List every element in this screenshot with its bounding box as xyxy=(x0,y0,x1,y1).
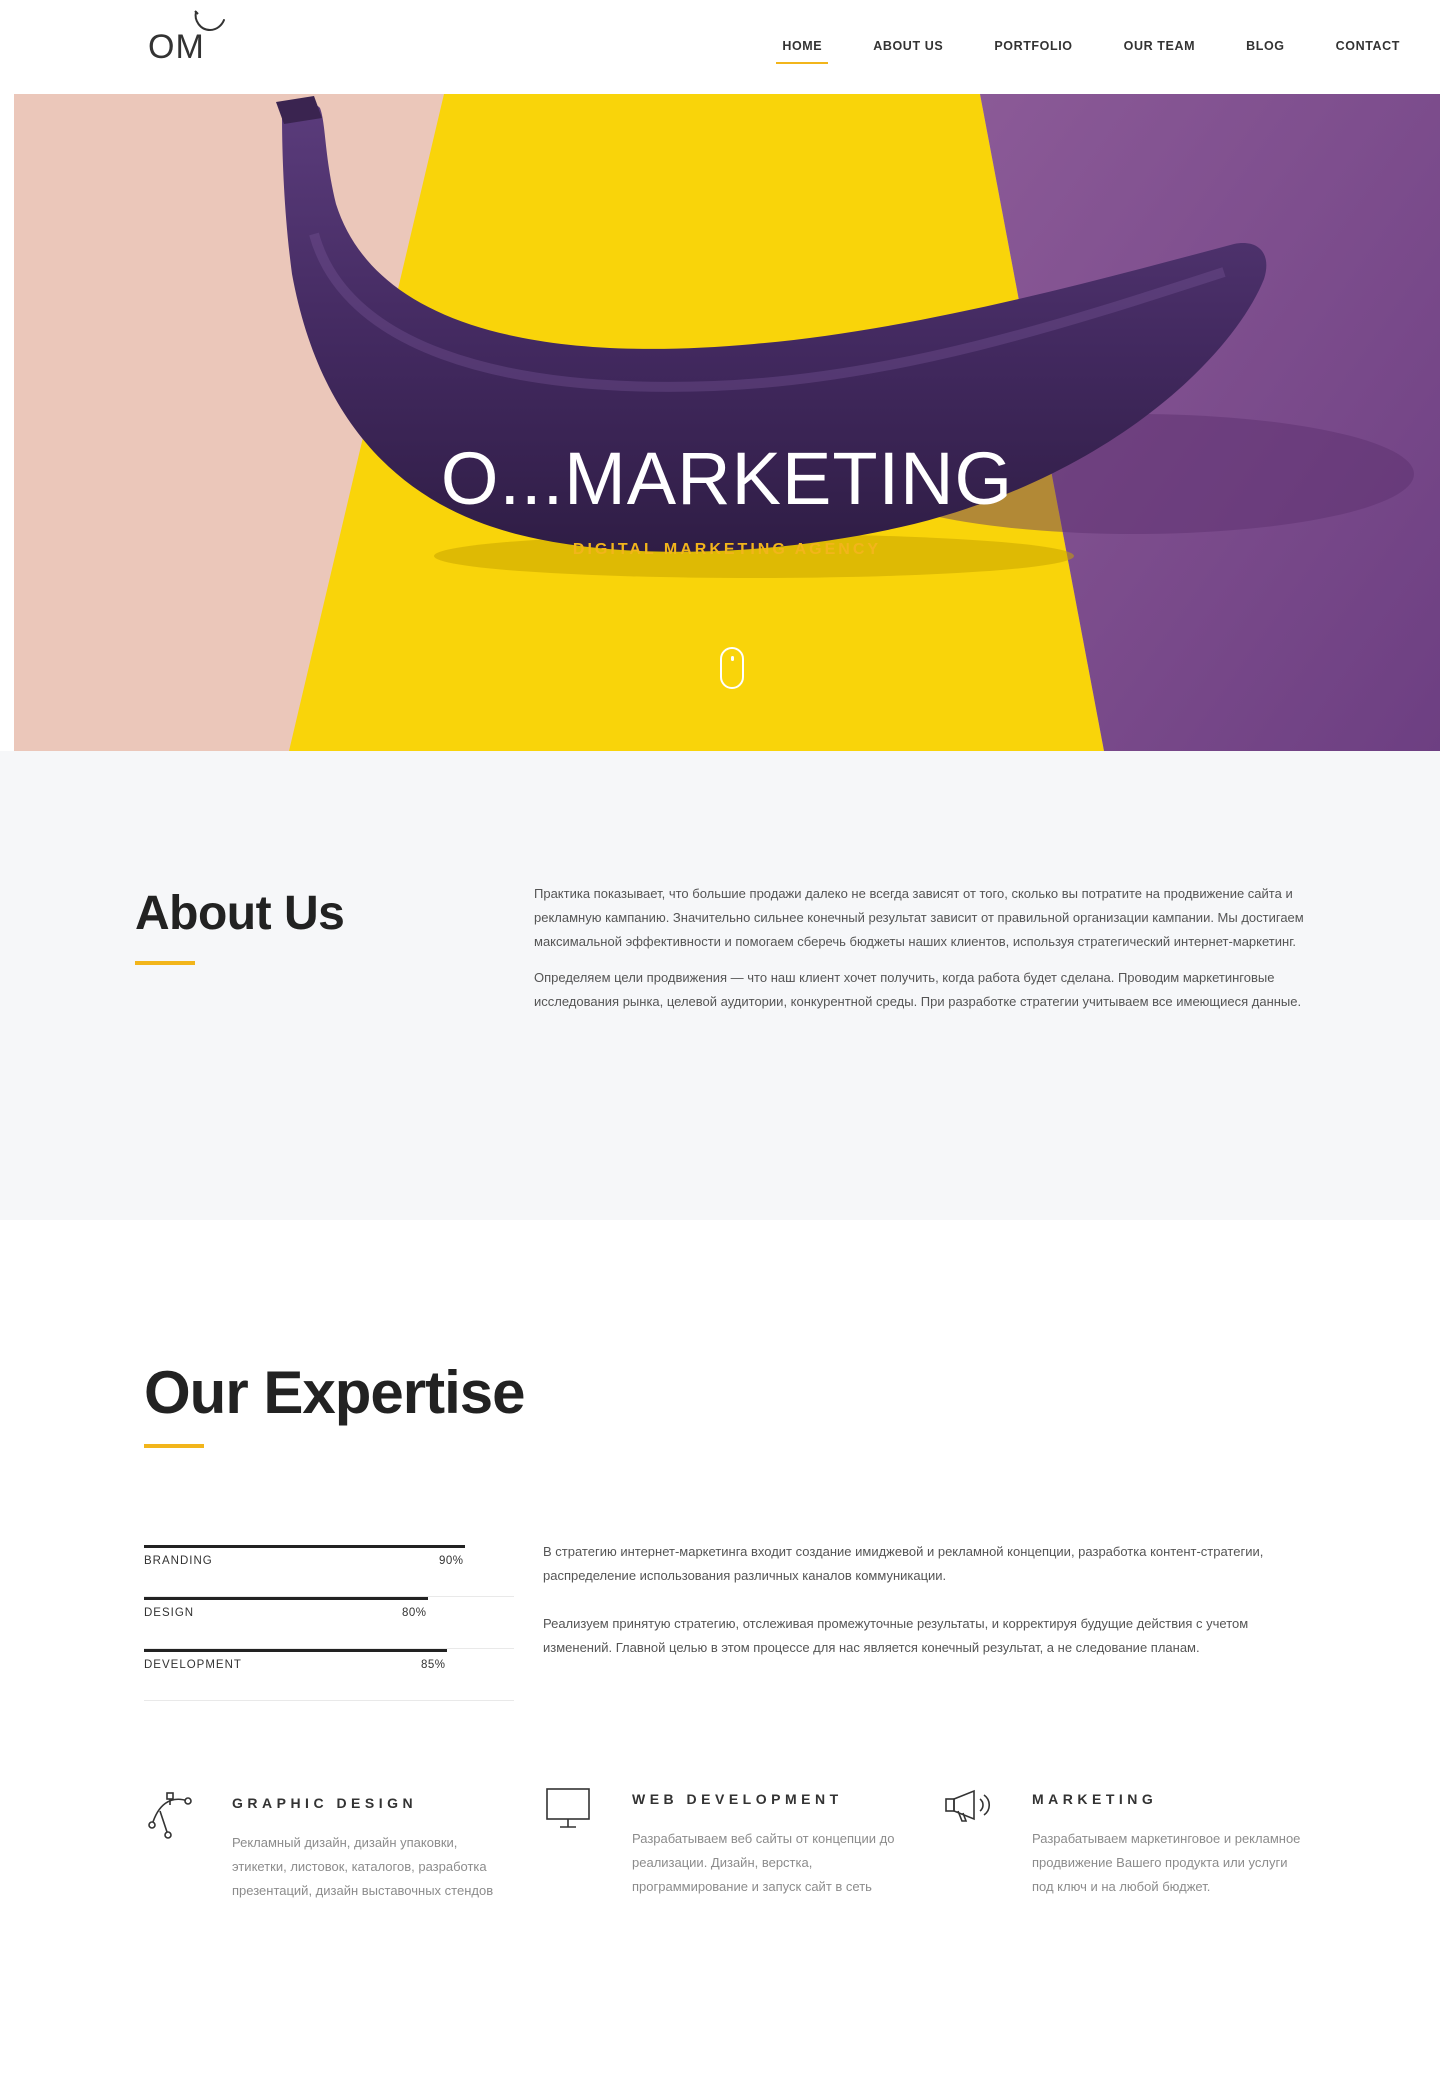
skill-label: DEVELOPMENT xyxy=(144,1659,242,1671)
service-title: WEB DEVELOPMENT xyxy=(632,1791,843,1807)
about-title: About Us xyxy=(135,887,345,940)
skill-row: BRANDING 90% xyxy=(144,1545,514,1597)
nav-blog[interactable]: BLOG xyxy=(1246,34,1285,63)
service-description: Разрабатываем веб сайты от концепции до … xyxy=(632,1831,895,1894)
site-header: OM HOME ABOUT US PORTFOLIO OUR TEAM BLOG… xyxy=(0,0,1440,94)
nav-portfolio[interactable]: PORTFOLIO xyxy=(994,34,1072,63)
service-title: GRAPHIC DESIGN xyxy=(232,1795,418,1811)
service-marketing: MARKETING Разрабатываем маркетинговое и … xyxy=(944,1781,1344,1901)
about-section: About Us Практика показывает, что больши… xyxy=(0,751,1440,1220)
expertise-accent-line xyxy=(144,1444,204,1448)
bezier-pen-icon xyxy=(148,1792,192,1839)
expertise-title: Our Expertise xyxy=(144,1359,525,1426)
service-graphic-design: GRAPHIC DESIGN Рекламный дизайн, дизайн … xyxy=(144,1785,544,1905)
hero-title: O...MARKETING xyxy=(440,437,1014,520)
skill-value: 80% xyxy=(402,1607,427,1619)
skill-value: 85% xyxy=(421,1659,446,1671)
expertise-paragraph: Реализуем принятую стратегию, отслеживая… xyxy=(543,1616,1249,1655)
monitor-icon xyxy=(546,1788,590,1828)
service-description: Разрабатываем маркетинговое и рекламное … xyxy=(1032,1831,1301,1894)
nav-our-team[interactable]: OUR TEAM xyxy=(1124,34,1195,63)
service-web-development: WEB DEVELOPMENT Разрабатываем веб сайты … xyxy=(544,1781,944,1901)
service-title: MARKETING xyxy=(1032,1791,1158,1807)
skill-label: DESIGN xyxy=(144,1607,195,1619)
expertise-paragraph: В стратегию интернет-маркетинга входит с… xyxy=(543,1544,1264,1583)
skill-row: DEVELOPMENT 85% xyxy=(144,1649,514,1701)
service-description: Рекламный дизайн, дизайн упаковки, этике… xyxy=(232,1835,494,1898)
nav-home[interactable]: HOME xyxy=(776,34,829,64)
about-accent-line xyxy=(135,961,195,965)
nav-contact[interactable]: CONTACT xyxy=(1336,34,1400,63)
megaphone-icon xyxy=(945,1789,991,1822)
skill-progress-bar xyxy=(144,1597,428,1600)
skill-label: BRANDING xyxy=(144,1555,213,1567)
skill-progress-bar xyxy=(144,1545,465,1548)
about-paragraph: Практика показывает, что большие продажи… xyxy=(534,886,1304,949)
skill-progress-bar xyxy=(144,1649,447,1652)
main-nav: HOME ABOUT US PORTFOLIO OUR TEAM BLOG CO… xyxy=(731,34,1400,64)
skill-row: DESIGN 80% xyxy=(144,1597,514,1649)
about-text: Практика показывает, что большие продажи… xyxy=(534,882,1304,1026)
logo[interactable]: OM xyxy=(148,10,228,68)
skills-list: BRANDING 90% DESIGN 80% DEVELOPMENT 85% xyxy=(144,1545,514,1701)
expertise-text: В стратегию интернет-маркетинга входит с… xyxy=(543,1540,1313,1684)
hero-banner: O...MARKETING DIGITAL MARKETING AGENCY xyxy=(14,94,1440,751)
hero-subtitle: DIGITAL MARKETING AGENCY xyxy=(572,541,882,558)
skill-value: 90% xyxy=(439,1555,464,1567)
banana-logo-icon xyxy=(194,10,225,32)
mouse-scroll-icon[interactable] xyxy=(720,647,744,689)
about-paragraph: Определяем цели продвижения — что наш кл… xyxy=(534,970,1302,1009)
nav-about-us[interactable]: ABOUT US xyxy=(873,34,943,63)
